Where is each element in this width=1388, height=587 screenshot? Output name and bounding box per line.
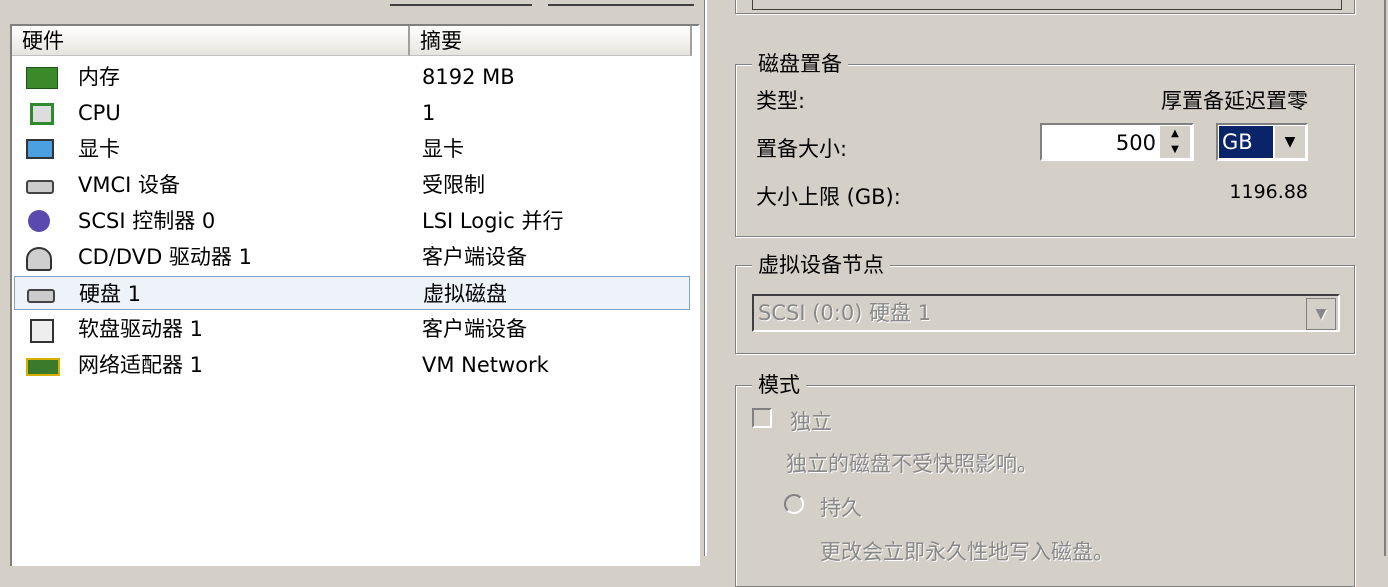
floppy-icon [30,319,54,343]
memory-icon [26,67,58,89]
column-header-summary[interactable]: 摘要 [410,26,692,56]
network-icon [26,358,60,376]
table-row[interactable]: CD/DVD 驱动器 1 客户端设备 [14,240,690,274]
group-title: 磁盘置备 [752,50,848,78]
type-value: 厚置备延迟置零 [1161,89,1308,113]
size-spinner[interactable]: ▲ ▼ [1160,126,1190,158]
hardware-name: 硬盘 1 [79,282,142,306]
vmci-icon [26,180,54,194]
hardware-list[interactable]: 硬件 摘要 内存 8192 MB CPU 1 显卡 显卡 VMCI 设备 受限制 SCSI 控制… [10,24,700,566]
unit-select[interactable]: GB ▼ [1216,123,1308,161]
top-button-2[interactable] [548,0,694,6]
independent-description: 独立的磁盘不受快照影响。 [786,452,1038,476]
disk-provisioning-group: 磁盘置备 类型: 厚置备延迟置零 置备大小: 500 ▲ ▼ GB ▼ 大小上限 … [735,50,1355,237]
type-label: 类型: [756,89,806,113]
hardware-name: 网络适配器 1 [78,353,204,377]
harddisk-icon [27,289,55,303]
independent-checkbox[interactable] [752,408,772,428]
chevron-down-icon[interactable]: ▼ [1275,126,1305,158]
top-button-1[interactable] [390,0,532,6]
hardware-name: VMCI 设备 [78,173,181,197]
size-input[interactable]: 500 ▲ ▼ [1040,123,1194,161]
top-field[interactable] [752,0,1342,10]
cdrom-icon [26,247,52,271]
group-title: 模式 [752,371,806,399]
table-row[interactable]: 网络适配器 1 VM Network [14,348,690,382]
max-size-value: 1196.88 [1229,181,1308,203]
top-group [735,0,1355,14]
device-node-value: SCSI (0:0) 硬盘 1 [758,301,932,325]
table-row[interactable]: VMCI 设备 受限制 [14,168,690,202]
table-row[interactable]: CPU 1 [14,96,690,130]
hardware-summary: 客户端设备 [422,245,527,269]
hardware-name: 内存 [78,65,120,89]
hardware-summary: LSI Logic 并行 [422,209,564,233]
table-row[interactable]: 硬盘 1 虚拟磁盘 [14,276,690,310]
independent-label: 独立 [790,410,832,434]
hardware-name: SCSI 控制器 0 [78,209,216,233]
size-label: 置备大小: [756,137,848,161]
hardware-summary: 客户端设备 [422,317,527,341]
hardware-name: 软盘驱动器 1 [78,317,204,341]
scsi-icon [28,210,50,232]
display-icon [26,139,54,159]
mode-group: 模式 独立 独立的磁盘不受快照影响。 持久 更改会立即永久性地写入磁盘。 [735,371,1355,587]
virtual-device-node-group: 虚拟设备节点 SCSI (0:0) 硬盘 1 ▼ [735,251,1355,354]
cpu-icon [30,103,54,125]
persistent-label: 持久 [820,496,862,520]
spin-up-icon[interactable]: ▲ [1160,126,1190,142]
hardware-summary: 显卡 [422,137,464,161]
persistent-description: 更改会立即永久性地写入磁盘。 [820,540,1114,564]
unit-value: GB [1219,126,1273,158]
table-row[interactable]: 软盘驱动器 1 客户端设备 [14,312,690,346]
hardware-summary: VM Network [422,353,549,377]
table-row[interactable]: 内存 8192 MB [14,60,690,94]
hardware-summary: 1 [422,101,436,125]
chevron-down-icon[interactable]: ▼ [1306,298,1336,330]
scrollbar-edge [1384,0,1386,556]
hardware-name: CD/DVD 驱动器 1 [78,245,252,269]
max-size-label: 大小上限 (GB): [756,185,901,209]
hardware-name: CPU [78,101,121,125]
column-header-hardware[interactable]: 硬件 [12,26,410,56]
spin-down-icon[interactable]: ▼ [1160,142,1190,158]
hardware-name: 显卡 [78,137,120,161]
hardware-summary: 受限制 [422,173,485,197]
hardware-summary: 8192 MB [422,65,515,89]
divider [704,0,707,556]
persistent-radio[interactable] [784,494,804,514]
size-value: 500 [1115,131,1156,155]
group-title: 虚拟设备节点 [752,251,890,279]
hardware-summary: 虚拟磁盘 [423,282,507,306]
table-row[interactable]: SCSI 控制器 0 LSI Logic 并行 [14,204,690,238]
device-node-select[interactable]: SCSI (0:0) 硬盘 1 ▼ [752,294,1340,332]
table-row[interactable]: 显卡 显卡 [14,132,690,166]
